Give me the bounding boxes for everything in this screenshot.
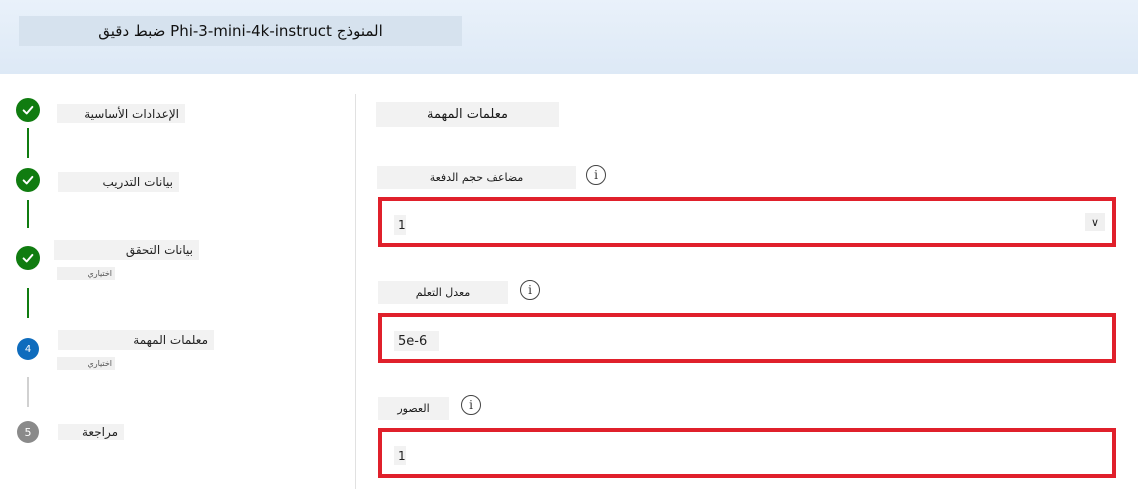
info-icon[interactable]: i: [520, 280, 540, 300]
epochs-label: العصور: [378, 397, 449, 420]
learning-rate-input[interactable]: [378, 313, 1116, 363]
wizard-stepper: [0, 74, 355, 489]
step-1-checkmark-icon: [16, 98, 40, 122]
step-4-number-icon: 4: [17, 338, 39, 360]
learning-rate-label: معدل التعلم: [378, 281, 508, 304]
batch-size-select[interactable]: [378, 197, 1116, 247]
learning-rate-value: 5e-6: [394, 331, 439, 351]
page-title: ضبط دقيق Phi-3-mini-4k-instruct المنوذج: [19, 16, 462, 46]
step-2-checkmark-icon: [16, 168, 40, 192]
epochs-value: 1: [394, 446, 406, 465]
panel-divider: [355, 94, 356, 489]
batch-size-label: مضاعف حجم الدفعة: [377, 166, 576, 189]
step-3-checkmark-icon: [16, 246, 40, 270]
step-connector: [27, 200, 29, 228]
step-5-label[interactable]: مراجعة: [58, 424, 124, 440]
step-connector: [27, 288, 29, 318]
step-connector: [27, 377, 29, 407]
step-3-optional: اختياري: [57, 267, 115, 280]
step-3-label[interactable]: بيانات التحقق: [54, 240, 199, 260]
chevron-down-icon[interactable]: ∨: [1085, 213, 1105, 231]
step-1-label[interactable]: الإعدادات الأساسية: [57, 104, 185, 123]
batch-size-value: 1: [394, 215, 406, 235]
epochs-input[interactable]: [378, 428, 1116, 478]
step-2-label[interactable]: بيانات التدريب: [58, 172, 179, 192]
info-icon[interactable]: i: [586, 165, 606, 185]
info-icon[interactable]: i: [461, 395, 481, 415]
step-4-optional: اختياري: [57, 357, 115, 370]
step-connector: [27, 128, 29, 158]
step-5-number-icon: 5: [17, 421, 39, 443]
section-title: معلمات المهمة: [376, 102, 559, 127]
page-header: ضبط دقيق Phi-3-mini-4k-instruct المنوذج: [0, 0, 1138, 74]
step-4-label[interactable]: معلمات المهمة: [58, 330, 214, 350]
